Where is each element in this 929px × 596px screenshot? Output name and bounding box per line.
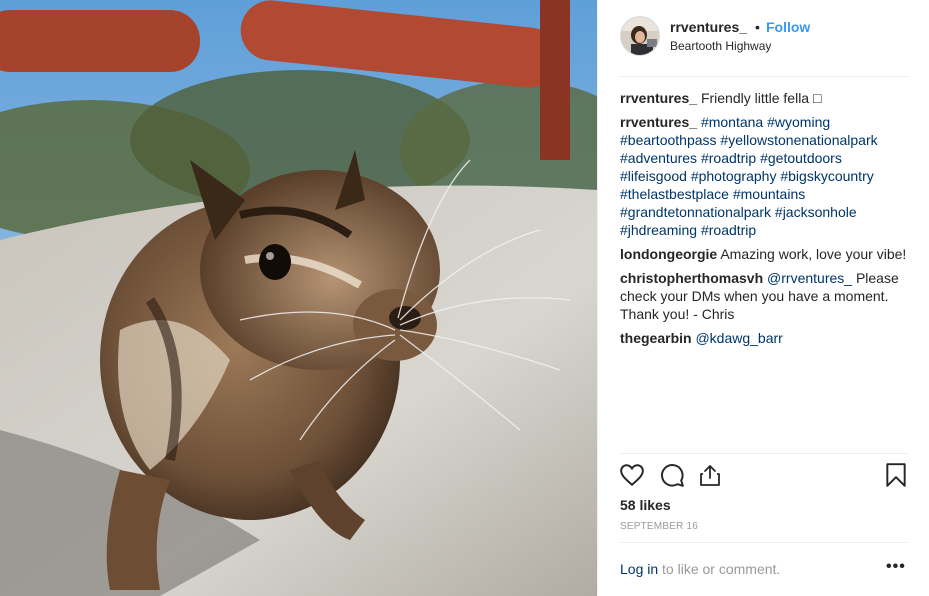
hashtag-link[interactable]: #bigskycountry [780, 168, 873, 184]
actions-divider [620, 453, 908, 454]
post-photo[interactable] [0, 0, 597, 596]
hashtag-link[interactable]: #jacksonhole [775, 204, 857, 220]
hashtag-link[interactable]: #wyoming [767, 114, 830, 130]
like-button[interactable] [618, 461, 646, 489]
login-link[interactable]: Log in [620, 561, 658, 577]
comment-item: christopherthomasvh @rrventures_ Please … [620, 269, 908, 323]
mention-link[interactable]: @rrventures_ [767, 270, 852, 286]
chipmunk-photo [0, 0, 597, 596]
hashtag-link[interactable]: #lifeisgood [620, 168, 687, 184]
hashtag-link[interactable]: #photography [691, 168, 777, 184]
hashtag-link[interactable]: #yellowstonenationalpark [720, 132, 877, 148]
avatar[interactable] [620, 16, 660, 56]
comment-text: Friendly little fella □ [700, 90, 822, 106]
comment-username[interactable]: londongeorgie [620, 246, 717, 262]
heart-icon [620, 464, 644, 487]
post-side-panel: rrventures_ • Follow Beartooth Highway r… [597, 0, 929, 596]
hashtag-link[interactable]: #adventures [620, 150, 697, 166]
likes-count[interactable]: 58 likes [620, 497, 671, 513]
hashtag-link[interactable]: #thelastbestplace [620, 186, 729, 202]
post-header: rrventures_ • Follow Beartooth Highway [598, 0, 929, 76]
hashtag-link[interactable]: #roadtrip [701, 222, 756, 238]
footer-divider [620, 542, 908, 543]
hashtag-link[interactable]: #montana [701, 114, 763, 130]
comment-button[interactable] [658, 461, 686, 489]
hashtag-link[interactable]: #grandtetonnationalpark [620, 204, 771, 220]
comment-text: Amazing work, love your vibe! [720, 246, 907, 262]
post-date[interactable]: SEPTEMBER 16 [620, 521, 698, 532]
action-bar [620, 461, 908, 491]
comment-item: thegearbin @kdawg_barr [620, 329, 908, 347]
comment-username[interactable]: rrventures_ [620, 90, 697, 106]
comment-caption: rrventures_ Friendly little fella □ [620, 89, 908, 107]
share-button[interactable] [696, 461, 724, 489]
mention-link[interactable]: @kdawg_barr [695, 330, 782, 346]
share-icon [700, 465, 720, 486]
comment-username[interactable]: rrventures_ [620, 114, 697, 130]
comment-item: londongeorgie Amazing work, love your vi… [620, 245, 908, 263]
instagram-post: rrventures_ • Follow Beartooth Highway r… [0, 0, 929, 596]
comment-username[interactable]: thegearbin [620, 330, 692, 346]
bookmark-icon [886, 463, 906, 487]
hashtag-link[interactable]: #mountains [733, 186, 805, 202]
hashtag-link[interactable]: #beartoothpass [620, 132, 717, 148]
header-divider [620, 76, 908, 77]
login-suffix: to like or comment. [658, 561, 781, 577]
hashtag-link[interactable]: #roadtrip [701, 150, 756, 166]
post-username[interactable]: rrventures_ [670, 19, 747, 35]
comment-username[interactable]: christopherthomasvh [620, 270, 763, 286]
hashtag-link[interactable]: #jhdreaming [620, 222, 697, 238]
post-location[interactable]: Beartooth Highway [670, 39, 771, 53]
comment-icon [661, 464, 684, 487]
more-options-button[interactable]: ••• [886, 558, 906, 576]
comments-list: rrventures_ Friendly little fella □ rrve… [620, 89, 908, 353]
login-prompt: Log in to like or comment. [620, 561, 780, 577]
hashtag-link[interactable]: #getoutdoors [760, 150, 842, 166]
follow-button[interactable]: Follow [766, 19, 810, 35]
save-button[interactable] [882, 461, 910, 489]
separator-dot: • [755, 19, 760, 35]
avatar-image [621, 17, 659, 55]
comment-hashtags: rrventures_ #montana #wyoming #beartooth… [620, 113, 908, 239]
